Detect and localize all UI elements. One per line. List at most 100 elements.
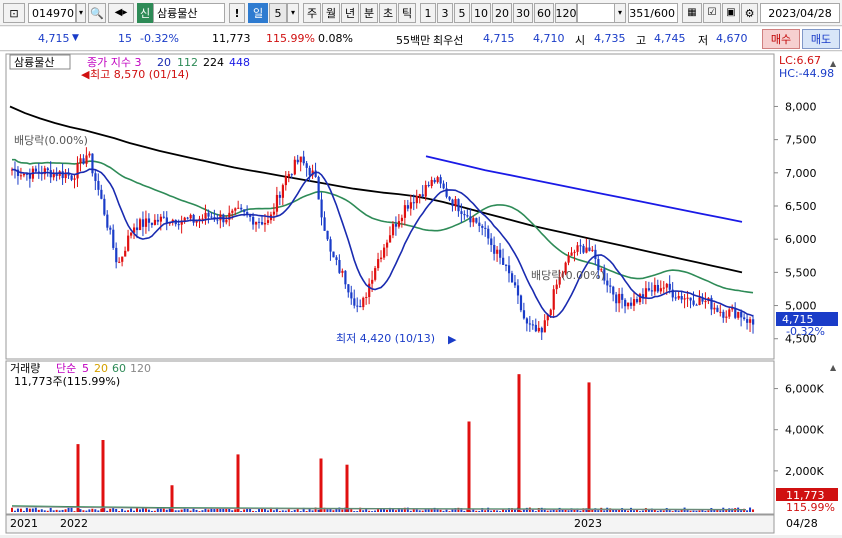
chart-settings-icon[interactable]: ▦ xyxy=(682,3,702,23)
y-tick-label: 7,500 xyxy=(785,134,817,147)
x-label-2023: 2023 xyxy=(574,517,602,530)
interval-button-2[interactable]: 5 xyxy=(454,3,470,23)
date-field[interactable]: 2023/04/28 xyxy=(760,3,840,23)
candle-body xyxy=(97,180,100,190)
volume-bar xyxy=(133,510,136,512)
high-note: 최고 8,570 (01/14) xyxy=(90,68,189,81)
volume-bar xyxy=(546,510,549,512)
interval-button-7[interactable]: 120 xyxy=(555,3,577,23)
volume-tag-percent: 115.99% xyxy=(786,501,835,514)
volume-bar xyxy=(94,509,97,512)
search-icon[interactable]: 🔍 xyxy=(88,3,106,23)
chart-svg[interactable]: 삼륭물산 종가 지수 3 20 112 224 448 LC:6.67 HC:-… xyxy=(0,52,842,535)
candle-body xyxy=(567,255,570,263)
volume-bar xyxy=(701,510,704,512)
candle-body xyxy=(543,320,546,333)
volume-bar xyxy=(442,510,445,512)
volume-bar xyxy=(165,509,168,512)
period-button-0[interactable]: 주 xyxy=(303,3,321,23)
buy-button[interactable]: 매수 xyxy=(762,29,800,49)
volume-bar xyxy=(252,510,255,512)
code-dropdown-icon[interactable]: ▾ xyxy=(76,3,86,23)
candle-body xyxy=(525,318,529,324)
save-icon[interactable]: ▣ xyxy=(722,3,740,23)
y-tick-label: 7,000 xyxy=(785,167,817,180)
stock-code-input[interactable]: 014970 xyxy=(28,3,76,23)
candle-body xyxy=(644,288,648,298)
volume-panel-scroll-icon[interactable]: ▲ xyxy=(830,363,837,372)
period-button-5[interactable]: 틱 xyxy=(398,3,416,23)
count-field[interactable]: 351/600 xyxy=(628,3,678,23)
gear-icon[interactable]: ⚙ xyxy=(741,3,758,23)
volume-bar xyxy=(656,510,659,512)
interval-dropdown-icon[interactable]: ▾ xyxy=(614,3,626,23)
candle-body xyxy=(130,232,133,236)
volume-bar xyxy=(371,511,374,512)
price-panel-scroll-icon[interactable]: ▲ xyxy=(830,59,837,68)
chart-area[interactable]: 삼륭물산 종가 지수 3 20 112 224 448 LC:6.67 HC:-… xyxy=(0,52,842,535)
volume-bar xyxy=(43,510,46,512)
period-dropdown-icon[interactable]: ▾ xyxy=(287,3,299,23)
candle-body xyxy=(19,175,23,177)
volume-bar xyxy=(353,511,356,512)
candle-body xyxy=(353,298,356,306)
interval-button-4[interactable]: 20 xyxy=(492,3,512,23)
volume-ma-5: 5 xyxy=(82,362,89,375)
candle-body xyxy=(430,179,433,187)
change-percent: -0.32% xyxy=(140,32,179,45)
volume-bar xyxy=(287,509,290,512)
interval-button-6[interactable]: 60 xyxy=(534,3,554,23)
alert-button[interactable]: ! xyxy=(229,3,245,23)
interval-input[interactable] xyxy=(577,3,615,23)
candle-body xyxy=(73,178,76,180)
volume-bar xyxy=(130,508,133,512)
sell-button[interactable]: 매도 xyxy=(802,29,840,49)
candle-body xyxy=(100,189,103,199)
volume-bar xyxy=(463,510,466,512)
checkbox-icon[interactable]: ☑ xyxy=(703,3,721,23)
speaker-icon[interactable]: ◀▸ xyxy=(108,3,134,23)
candle-body xyxy=(713,307,716,310)
volume-bar xyxy=(579,510,582,512)
stock-name-field[interactable]: 삼륭물산 xyxy=(153,3,225,23)
period-button-4[interactable]: 초 xyxy=(379,3,397,23)
candle-body xyxy=(502,257,505,265)
volume-bar xyxy=(67,507,70,512)
period-button-3[interactable]: 분 xyxy=(360,3,378,23)
interval-button-1[interactable]: 3 xyxy=(437,3,453,23)
interval-button-0[interactable]: 1 xyxy=(420,3,436,23)
candle-body xyxy=(34,168,38,172)
candle-body xyxy=(347,284,350,293)
candle-body xyxy=(124,250,127,257)
volume-bar xyxy=(603,510,606,512)
period-day-button[interactable]: 일 xyxy=(248,3,268,23)
volume-ma-20: 20 xyxy=(94,362,108,375)
layout-icon[interactable]: ⊡ xyxy=(3,3,25,23)
candle-body xyxy=(385,242,389,248)
period-button-1[interactable]: 월 xyxy=(322,3,340,23)
candle-body xyxy=(728,309,731,317)
candle-body xyxy=(591,249,594,251)
interval-button-5[interactable]: 30 xyxy=(513,3,533,23)
period-number-select[interactable]: 5 xyxy=(269,3,287,23)
candle-body xyxy=(573,251,576,253)
candle-body xyxy=(606,280,609,286)
candle-body xyxy=(683,298,686,300)
candle-body xyxy=(612,286,615,295)
candle-body xyxy=(216,219,219,221)
candle-body xyxy=(615,294,618,304)
candle-body xyxy=(484,227,487,229)
period-button-2[interactable]: 년 xyxy=(341,3,359,23)
volume-bar xyxy=(272,510,275,512)
volume-bar xyxy=(231,510,234,512)
volume-bar xyxy=(704,510,707,512)
candle-body xyxy=(555,284,558,290)
candle-body xyxy=(475,218,478,223)
candle-body xyxy=(585,247,588,253)
interval-button-3[interactable]: 10 xyxy=(471,3,491,23)
price-tag-percent: -0.32% xyxy=(786,325,825,338)
volume-spike-bar xyxy=(467,421,471,512)
candle-body xyxy=(424,184,427,197)
volume-bar xyxy=(85,510,88,512)
candle-body xyxy=(570,252,573,256)
